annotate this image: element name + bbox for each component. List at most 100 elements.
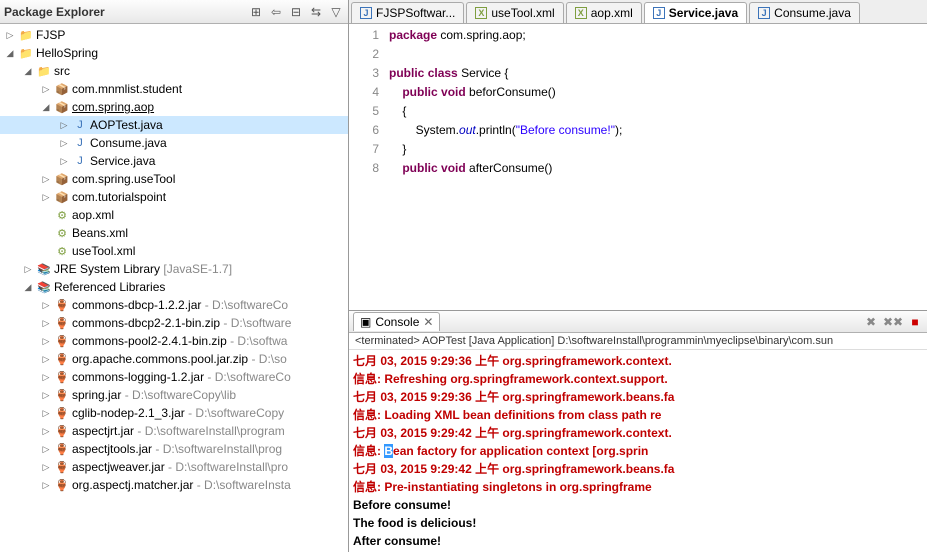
tree-item[interactable]: ▷📦com.mnmlist.student <box>0 80 348 98</box>
twisty-icon[interactable]: ▷ <box>40 192 52 203</box>
tab-label: aop.xml <box>591 6 633 20</box>
twisty-icon[interactable]: ▷ <box>40 300 52 311</box>
tree-label: aspectjweaver.jar - D:\softwareInstall\p… <box>72 460 288 474</box>
code-line[interactable]: } <box>389 142 927 161</box>
tree-item[interactable]: ◢📚Referenced Libraries <box>0 278 348 296</box>
tree-label: com.tutorialspoint <box>72 190 166 204</box>
editor-tabs: JFJSPSoftwar...XuseTool.xmlXaop.xmlJServ… <box>349 0 927 24</box>
twisty-icon[interactable]: ▷ <box>58 156 70 167</box>
java-icon: J <box>72 153 88 169</box>
tree-item[interactable]: ⚙Beans.xml <box>0 224 348 242</box>
tree-item[interactable]: ▷🏺org.aspectj.matcher.jar - D:\softwareI… <box>0 476 348 494</box>
tree-item[interactable]: ▷🏺commons-logging-1.2.jar - D:\softwareC… <box>0 368 348 386</box>
twisty-icon[interactable]: ▷ <box>40 372 52 383</box>
link-editor-icon[interactable]: ⇆ <box>308 4 324 20</box>
twisty-icon[interactable]: ◢ <box>4 48 16 59</box>
tree-label: commons-dbcp2-2.1-bin.zip - D:\software <box>72 316 291 330</box>
package-explorer-header: Package Explorer ⊞ ⇦ ⊟ ⇆ ▽ <box>0 0 348 24</box>
code-area[interactable]: package com.spring.aop; public class Serv… <box>389 28 927 310</box>
tree-item[interactable]: ▷📦com.spring.useTool <box>0 170 348 188</box>
collapse-all-icon[interactable]: ⊟ <box>288 4 304 20</box>
tree-item[interactable]: ⚙aop.xml <box>0 206 348 224</box>
tree-item[interactable]: ⚙useTool.xml <box>0 242 348 260</box>
xml-icon: ⚙ <box>54 225 70 241</box>
tree-item[interactable]: ▷🏺commons-dbcp-1.2.2.jar - D:\softwareCo <box>0 296 348 314</box>
line-number: 3 <box>349 66 379 85</box>
tab-label: useTool.xml <box>491 6 554 20</box>
filetype-icon: X <box>575 7 587 19</box>
tree-item[interactable]: ◢📁HelloSpring <box>0 44 348 62</box>
console-line: 信息: Loading XML bean definitions from cl… <box>353 406 923 424</box>
console-output[interactable]: 七月 03, 2015 9:29:36 上午 org.springframewo… <box>349 350 927 552</box>
jar-icon: 🏺 <box>54 315 70 331</box>
editor-tab[interactable]: JService.java <box>644 2 747 23</box>
tree-item[interactable]: ▷🏺aspectjtools.jar - D:\softwareInstall\… <box>0 440 348 458</box>
twisty-icon[interactable]: ▷ <box>58 138 70 149</box>
twisty-icon[interactable]: ◢ <box>40 102 52 113</box>
remove-all-icon[interactable]: ✖✖ <box>885 314 901 330</box>
twisty-icon[interactable]: ▷ <box>40 426 52 437</box>
jar-icon: 🏺 <box>54 333 70 349</box>
tree-item[interactable]: ▷🏺aspectjweaver.jar - D:\softwareInstall… <box>0 458 348 476</box>
twisty-icon[interactable]: ▷ <box>40 354 52 365</box>
tree-item[interactable]: ▷🏺cglib-nodep-2.1_3.jar - D:\softwareCop… <box>0 404 348 422</box>
twisty-icon[interactable]: ◢ <box>22 282 34 293</box>
tree-item[interactable]: ▷JService.java <box>0 152 348 170</box>
tree-item[interactable]: ▷JAOPTest.java <box>0 116 348 134</box>
tree-label: aop.xml <box>72 208 114 222</box>
code-line[interactable]: public void beforConsume() <box>389 85 927 104</box>
editor-tab[interactable]: Xaop.xml <box>566 2 642 23</box>
twisty-icon[interactable]: ▷ <box>40 480 52 491</box>
package-explorer-tree[interactable]: ▷📁FJSP◢📁HelloSpring◢📁src▷📦com.mnmlist.st… <box>0 24 348 552</box>
pkg-icon: 📦 <box>54 171 70 187</box>
console-tab[interactable]: ▣ Console ✕ <box>353 312 440 331</box>
pkg-icon: 📦 <box>54 99 70 115</box>
terminate-icon[interactable]: ■ <box>907 314 923 330</box>
twisty-icon[interactable]: ▷ <box>22 264 34 275</box>
tree-item[interactable]: ▷📁FJSP <box>0 26 348 44</box>
code-editor[interactable]: 12345678 package com.spring.aop;public c… <box>349 24 927 310</box>
twisty-icon[interactable]: ▷ <box>40 408 52 419</box>
code-line[interactable]: package com.spring.aop; <box>389 28 927 47</box>
tree-item[interactable]: ▷🏺org.apache.commons.pool.jar.zip - D:\s… <box>0 350 348 368</box>
tree-label: HelloSpring <box>36 46 98 60</box>
editor-tab[interactable]: XuseTool.xml <box>466 2 563 23</box>
twisty-icon[interactable]: ▷ <box>58 120 70 131</box>
tree-item[interactable]: ▷🏺aspectjrt.jar - D:\softwareInstall\pro… <box>0 422 348 440</box>
editor-tab[interactable]: JFJSPSoftwar... <box>351 2 464 23</box>
code-line[interactable]: { <box>389 104 927 123</box>
twisty-icon[interactable]: ◢ <box>22 66 34 77</box>
back-icon[interactable]: ⇦ <box>268 4 284 20</box>
package-explorer-title: Package Explorer <box>4 5 105 19</box>
editor-tab[interactable]: JConsume.java <box>749 2 860 23</box>
tree-item[interactable]: ▷🏺commons-pool2-2.4.1-bin.zip - D:\softw… <box>0 332 348 350</box>
tree-item[interactable]: ▷JConsume.java <box>0 134 348 152</box>
code-line[interactable]: public class Service { <box>389 66 927 85</box>
code-line[interactable] <box>389 47 927 66</box>
tree-item[interactable]: ▷📚JRE System Library [JavaSE-1.7] <box>0 260 348 278</box>
twisty-icon[interactable]: ▷ <box>40 390 52 401</box>
twisty-icon[interactable]: ▷ <box>4 30 16 41</box>
tree-item[interactable]: ▷🏺commons-dbcp2-2.1-bin.zip - D:\softwar… <box>0 314 348 332</box>
code-line[interactable]: System.out.println("Before consume!"); <box>389 123 927 142</box>
tree-item[interactable]: ◢📦com.spring.aop <box>0 98 348 116</box>
twisty-icon[interactable]: ▷ <box>40 336 52 347</box>
code-line[interactable]: public void afterConsume() <box>389 161 927 180</box>
close-icon[interactable]: ✕ <box>423 315 433 329</box>
console-status: <terminated> AOPTest [Java Application] … <box>349 333 927 350</box>
xml-icon: ⚙ <box>54 207 70 223</box>
line-number: 1 <box>349 28 379 47</box>
tree-item[interactable]: ◢📁src <box>0 62 348 80</box>
remove-launch-icon[interactable]: ✖ <box>863 314 879 330</box>
twisty-icon[interactable]: ▷ <box>40 444 52 455</box>
console-line: After consume! <box>353 532 923 550</box>
package-explorer-toolbar: ⊞ ⇦ ⊟ ⇆ ▽ <box>248 4 344 20</box>
tree-item[interactable]: ▷🏺spring.jar - D:\softwareCopy\lib <box>0 386 348 404</box>
tree-item[interactable]: ▷📦com.tutorialspoint <box>0 188 348 206</box>
twisty-icon[interactable]: ▷ <box>40 174 52 185</box>
twisty-icon[interactable]: ▷ <box>40 462 52 473</box>
twisty-icon[interactable]: ▷ <box>40 84 52 95</box>
view-menu-icon[interactable]: ▽ <box>328 4 344 20</box>
focus-icon[interactable]: ⊞ <box>248 4 264 20</box>
twisty-icon[interactable]: ▷ <box>40 318 52 329</box>
